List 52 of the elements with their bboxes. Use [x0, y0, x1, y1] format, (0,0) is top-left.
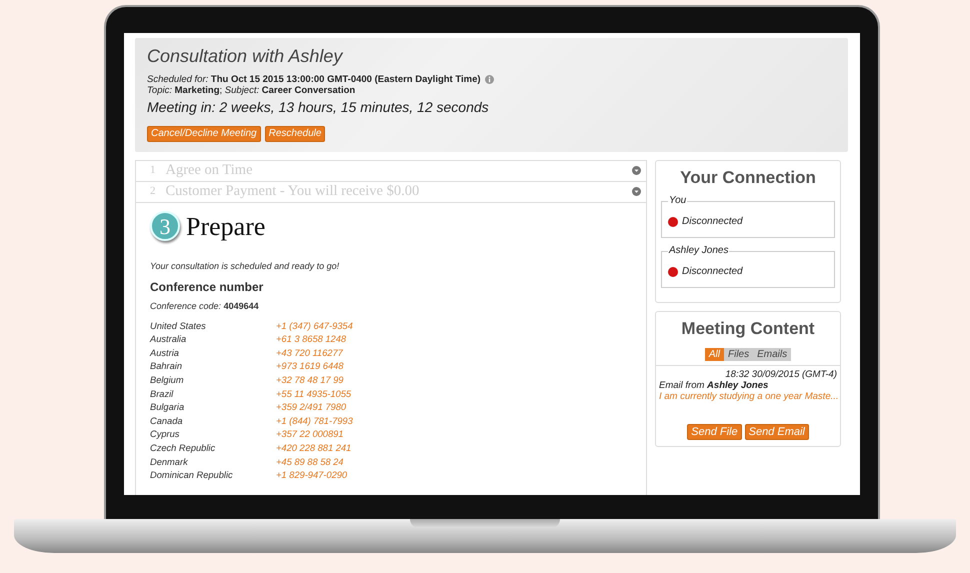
participant-name: You	[668, 196, 688, 206]
meeting-title: Consultation with Ashley	[147, 46, 344, 68]
phone-link[interactable]: +61 3 8658 1248	[276, 333, 346, 347]
status-message: Your consultation is scheduled and ready to go!	[150, 260, 340, 273]
email-preview[interactable]: I am currently studying a one year Maste...	[659, 390, 837, 402]
section-heading: Conference number	[150, 279, 264, 296]
action-button[interactable]: Reschedule	[264, 126, 326, 142]
status-text: Disconnected	[682, 215, 743, 230]
phone-link[interactable]: +1 (844) 781-7993	[276, 414, 353, 428]
filter-tab[interactable]: Files	[724, 348, 754, 361]
filter-tab[interactable]: All	[704, 348, 724, 361]
phone-link[interactable]: +1 829-947-0290	[276, 469, 348, 483]
info-icon	[484, 74, 494, 84]
status-text: Disconnected	[682, 265, 743, 280]
country-name: Czech Republic	[150, 442, 216, 455]
collapse-icon[interactable]	[632, 166, 641, 176]
phone-link[interactable]: +43 720 116277	[276, 346, 343, 360]
phone-link[interactable]: +32 78 48 17 99	[276, 374, 344, 388]
conference-code: Conference code: 4049644	[150, 300, 260, 314]
country-name: Cyprus	[150, 428, 180, 442]
country-name: Austria	[150, 346, 180, 360]
phone-link[interactable]: +359 2/491 7980	[276, 401, 346, 415]
panel-title: Your Connection	[679, 166, 817, 189]
country-name: Australia	[150, 333, 188, 346]
country-name: Canada	[150, 414, 184, 428]
topic-text: Topic: Marketing; Subject: Career Conversation	[147, 84, 356, 96]
country-name: Brazil	[150, 388, 174, 401]
country-name: Bulgaria	[150, 401, 186, 414]
send-button[interactable]: Send File	[687, 424, 742, 440]
countdown-text: Meeting in: 2 weeks, 13 hours, 15 minutes, 12 seconds	[147, 98, 490, 117]
phone-link[interactable]: +420 228 881 241	[276, 442, 352, 456]
collapse-icon[interactable]	[632, 187, 641, 196]
action-button[interactable]: Cancel/Decline Meeting	[147, 126, 261, 142]
phone-link[interactable]: +357 22 000891	[276, 428, 344, 442]
panel-title: Meeting Content	[680, 318, 816, 340]
country-name: United States	[150, 320, 207, 333]
schedule-text: Scheduled for: Thu Oct 15 2015 13:00:00 GMT-0400 (Eastern Daylight Time)	[147, 74, 481, 85]
step-number-badge: 3	[150, 211, 180, 242]
send-button[interactable]: Send Email	[744, 424, 809, 440]
participant-name: Ashley Jones	[668, 246, 730, 256]
phone-link[interactable]: +55 11 4935-1055	[276, 388, 352, 402]
country-name: Dominican Republic	[150, 469, 234, 482]
phone-link[interactable]: +45 89 88 58 24	[276, 456, 344, 470]
filter-tab[interactable]: Emails	[753, 348, 792, 361]
step-heading: Prepare	[186, 210, 266, 243]
country-name: Belgium	[150, 374, 185, 387]
phone-link[interactable]: +1 (347) 647-9354	[276, 320, 353, 334]
country-name: Bahrain	[150, 360, 184, 374]
phone-link[interactable]: +973 1619 6448	[276, 360, 344, 374]
email-sender: Email from Ashley Jones	[659, 380, 770, 391]
email-time: 18:32 30/09/2015 (GMT-4)	[724, 368, 837, 380]
country-name: Denmark	[150, 456, 189, 469]
